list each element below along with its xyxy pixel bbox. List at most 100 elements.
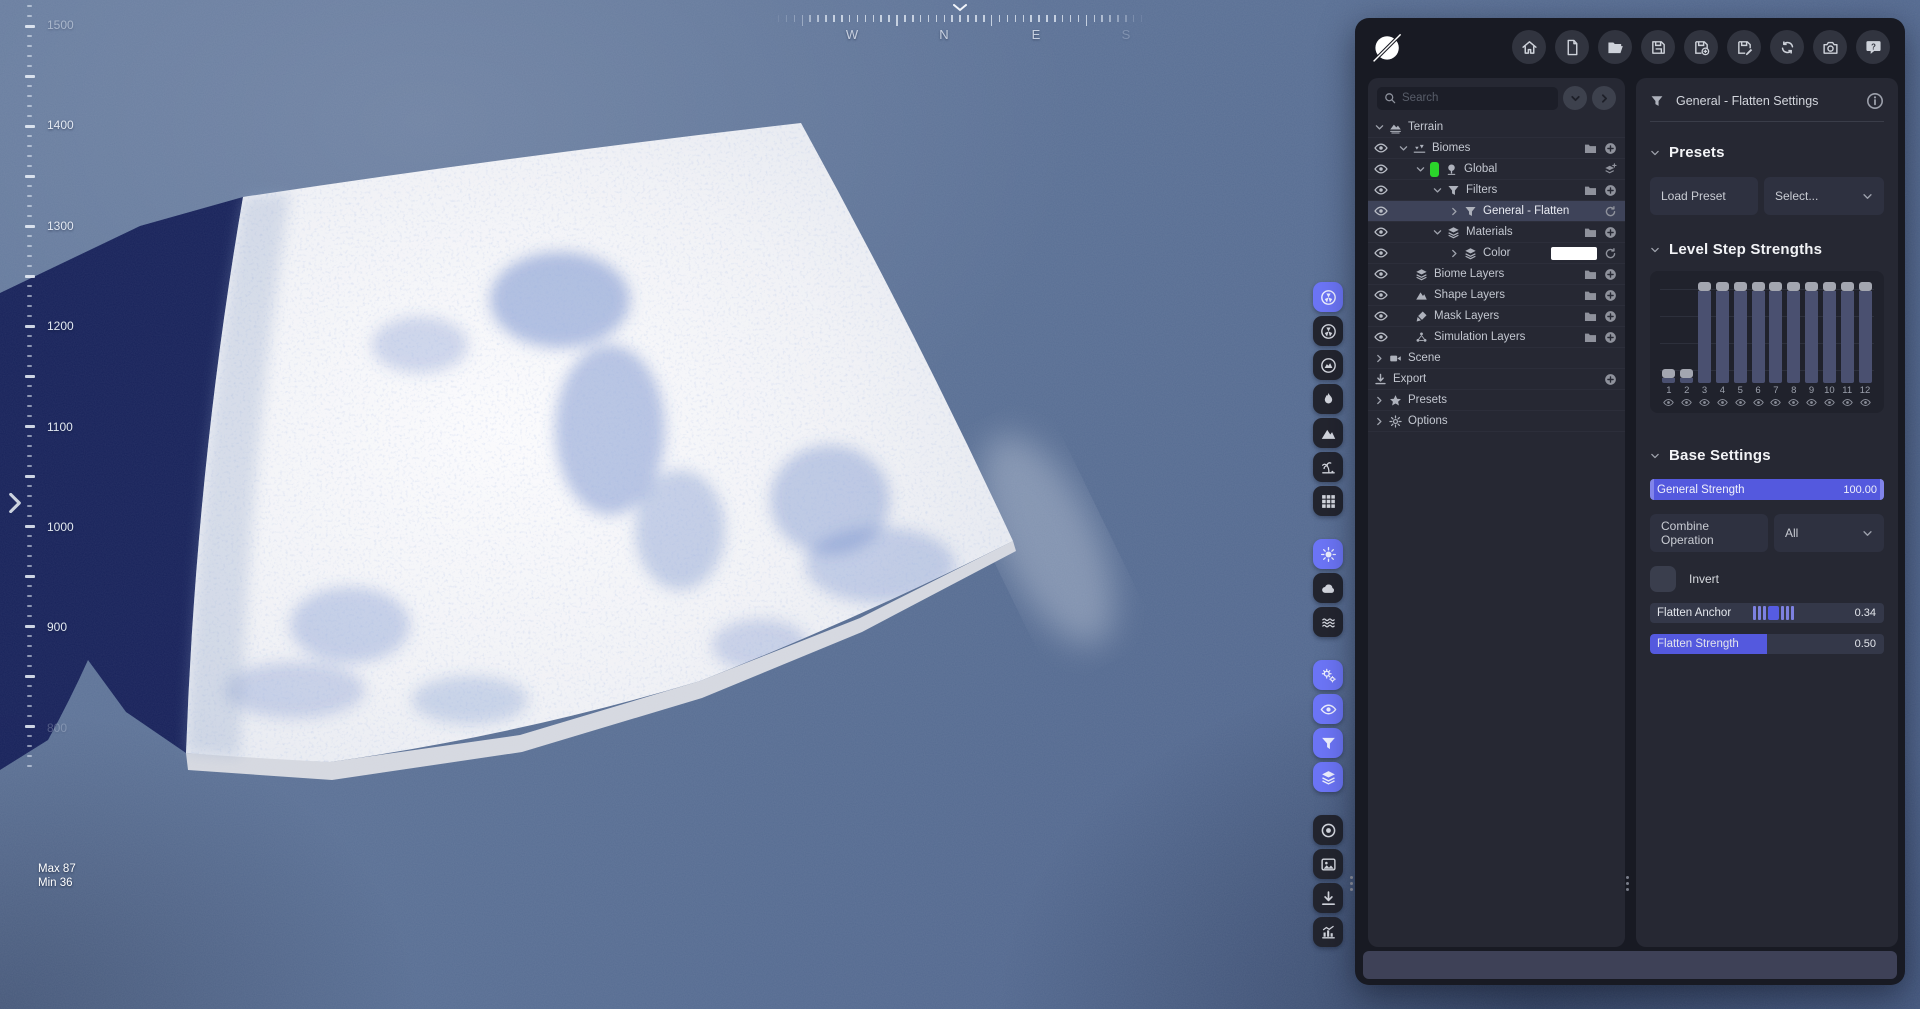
viewport-tool-eye-button[interactable] — [1313, 694, 1343, 724]
viewport-tool-funnel-button[interactable] — [1313, 728, 1343, 758]
folder-icon[interactable] — [1584, 310, 1597, 323]
visibility-eye-icon[interactable] — [1374, 309, 1398, 323]
flatten-anchor-slider[interactable]: Flatten Anchor 0.34 — [1650, 603, 1884, 623]
step-eye-icon[interactable] — [1660, 397, 1678, 408]
invert-checkbox[interactable] — [1650, 566, 1676, 592]
add-icon[interactable] — [1604, 373, 1617, 386]
step-eye-icon[interactable] — [1749, 397, 1767, 408]
add-icon[interactable] — [1604, 184, 1617, 197]
expander-chevron-down-icon[interactable] — [1415, 164, 1430, 175]
search-input[interactable] — [1402, 92, 1551, 104]
panel-resize-handle-middle[interactable] — [1626, 873, 1630, 894]
folder-open-button[interactable] — [1598, 30, 1632, 64]
step-slider-thumb[interactable] — [1752, 282, 1765, 291]
viewport-tool-grid-button[interactable] — [1313, 486, 1343, 516]
folder-icon[interactable] — [1584, 184, 1597, 197]
step-slider-thumb[interactable] — [1698, 282, 1711, 291]
expander-chevron-down-icon[interactable] — [1432, 227, 1447, 238]
tree-row-materials[interactable]: Materials — [1368, 222, 1625, 243]
tree-row-global[interactable]: Global — [1368, 159, 1625, 180]
flatten-strength-slider[interactable]: Flatten Strength 0.50 — [1650, 634, 1884, 654]
combine-operation-select[interactable]: All — [1774, 514, 1884, 552]
viewport-tool-gears-button[interactable] — [1313, 660, 1343, 690]
section-level-steps[interactable]: Level Step Strengths — [1650, 241, 1884, 258]
general-strength-slider[interactable]: General Strength 100.00 — [1650, 479, 1884, 500]
tree-row-biome-layers[interactable]: Biome Layers — [1368, 264, 1625, 285]
save-edit-button[interactable] — [1727, 30, 1761, 64]
folder-icon[interactable] — [1584, 289, 1597, 302]
refresh-button[interactable] — [1770, 30, 1804, 64]
tree-row-terrain[interactable]: Terrain — [1368, 117, 1625, 138]
section-base-settings[interactable]: Base Settings — [1650, 447, 1884, 464]
folder-icon[interactable] — [1584, 268, 1597, 281]
refresh-icon[interactable] — [1604, 247, 1617, 260]
tree-collapse-all-button[interactable] — [1563, 86, 1587, 110]
step-slider-thumb[interactable] — [1716, 282, 1729, 291]
visibility-eye-icon[interactable] — [1374, 288, 1398, 302]
viewport-tool-mountain-button[interactable] — [1313, 418, 1343, 448]
visibility-eye-icon[interactable] — [1374, 246, 1398, 260]
step-slider-thumb[interactable] — [1734, 282, 1747, 291]
viewport-tool-fan-button[interactable] — [1313, 282, 1343, 312]
layers-add-icon[interactable] — [1604, 163, 1617, 176]
step-eye-icon[interactable] — [1785, 397, 1803, 408]
color-swatch[interactable] — [1551, 247, 1597, 260]
level-step-slider-6[interactable] — [1749, 280, 1767, 383]
viewport-tool-island-button[interactable] — [1313, 452, 1343, 482]
visibility-eye-icon[interactable] — [1374, 141, 1398, 155]
tree-row-presets[interactable]: Presets — [1368, 390, 1625, 411]
level-step-slider-11[interactable] — [1838, 280, 1856, 383]
step-eye-icon[interactable] — [1803, 397, 1821, 408]
step-eye-icon[interactable] — [1696, 397, 1714, 408]
viewport-tool-peak-circle-button[interactable] — [1313, 350, 1343, 380]
level-step-slider-7[interactable] — [1767, 280, 1785, 383]
left-panel-expander-icon[interactable] — [7, 493, 23, 513]
step-slider-thumb[interactable] — [1662, 369, 1675, 378]
tree-row-biomes[interactable]: Biomes — [1368, 138, 1625, 159]
level-step-slider-9[interactable] — [1803, 280, 1821, 383]
add-icon[interactable] — [1604, 226, 1617, 239]
tree-step-into-button[interactable] — [1592, 86, 1616, 110]
visibility-eye-icon[interactable] — [1374, 267, 1398, 281]
viewport-tool-chart-button[interactable] — [1313, 917, 1343, 947]
viewport-tool-waves-button[interactable] — [1313, 607, 1343, 637]
expander-chevron-down-icon[interactable] — [1398, 143, 1413, 154]
step-eye-icon[interactable] — [1820, 397, 1838, 408]
add-icon[interactable] — [1604, 142, 1617, 155]
tree-row-mask-layers[interactable]: Mask Layers — [1368, 306, 1625, 327]
expander-chevron-right-icon[interactable] — [1374, 395, 1389, 406]
viewport-tool-record-button[interactable] — [1313, 815, 1343, 845]
viewport-tool-layers-button[interactable] — [1313, 762, 1343, 792]
save-add-button[interactable] — [1684, 30, 1718, 64]
level-step-slider-1[interactable] — [1660, 280, 1678, 383]
step-eye-icon[interactable] — [1838, 397, 1856, 408]
folder-icon[interactable] — [1584, 142, 1597, 155]
viewport-tool-download-button[interactable] — [1313, 883, 1343, 913]
viewport-tool-fan-button[interactable] — [1313, 316, 1343, 346]
step-slider-thumb[interactable] — [1841, 282, 1854, 291]
expander-chevron-down-icon[interactable] — [1432, 185, 1447, 196]
step-slider-thumb[interactable] — [1787, 282, 1800, 291]
tree-row-filters[interactable]: Filters — [1368, 180, 1625, 201]
viewport-tool-flame-button[interactable] — [1313, 384, 1343, 414]
step-slider-thumb[interactable] — [1823, 282, 1836, 291]
expander-chevron-right-icon[interactable] — [1449, 248, 1464, 259]
home-button[interactable] — [1512, 30, 1546, 64]
viewport-tool-cloud-button[interactable] — [1313, 573, 1343, 603]
load-preset-select[interactable]: Select... — [1764, 177, 1884, 215]
tree-row-shape-layers[interactable]: Shape Layers — [1368, 285, 1625, 306]
step-slider-thumb[interactable] — [1769, 282, 1782, 291]
tree-row-export[interactable]: Export — [1368, 369, 1625, 390]
refresh-icon[interactable] — [1604, 205, 1617, 218]
step-eye-icon[interactable] — [1731, 397, 1749, 408]
search-box[interactable] — [1377, 87, 1558, 110]
save-button[interactable] — [1641, 30, 1675, 64]
add-icon[interactable] — [1604, 310, 1617, 323]
level-step-slider-5[interactable] — [1731, 280, 1749, 383]
folder-icon[interactable] — [1584, 331, 1597, 344]
level-step-slider-10[interactable] — [1820, 280, 1838, 383]
section-presets[interactable]: Presets — [1650, 144, 1884, 161]
visibility-eye-icon[interactable] — [1374, 204, 1398, 218]
level-step-slider-2[interactable] — [1678, 280, 1696, 383]
tree-row-general-flatten[interactable]: General - Flatten — [1368, 201, 1625, 222]
